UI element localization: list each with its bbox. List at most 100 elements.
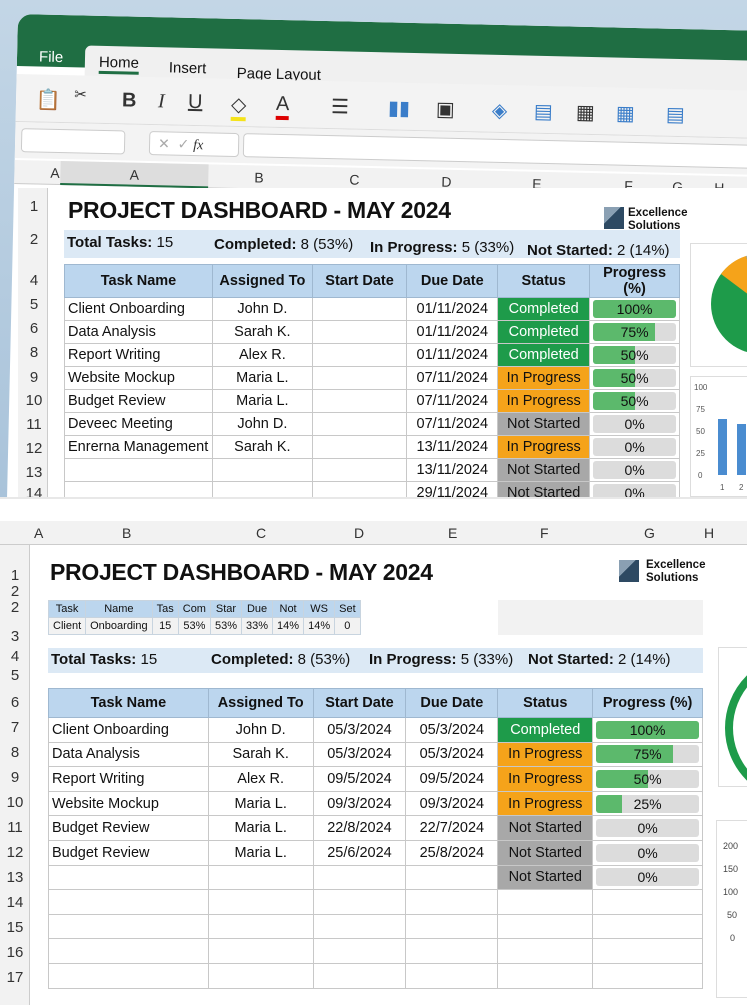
assigned-to-cell[interactable] xyxy=(207,889,314,915)
col-header[interactable]: A xyxy=(50,165,60,181)
column-header[interactable]: Task Name xyxy=(48,688,209,718)
progress-cell[interactable]: 0% xyxy=(592,839,703,866)
start-date-cell[interactable]: 09/5/2024 xyxy=(312,766,407,792)
due-date-cell[interactable] xyxy=(405,938,499,964)
task-name-cell[interactable]: Data Analysis xyxy=(48,741,209,768)
progress-cell[interactable] xyxy=(592,913,703,940)
pivot-icon[interactable]: ▤ xyxy=(666,102,685,127)
task-name-cell[interactable]: Report Writing xyxy=(64,343,213,367)
row-number[interactable]: 12 xyxy=(0,844,30,861)
due-date-cell[interactable]: 07/11/2024 xyxy=(406,366,499,390)
mini-cell[interactable]: Onboarding xyxy=(85,617,153,635)
row-number[interactable]: 9 xyxy=(19,369,49,386)
due-date-cell[interactable]: 01/11/2024 xyxy=(406,297,499,321)
tab-home[interactable]: Home xyxy=(98,53,140,75)
assigned-to-cell[interactable]: Maria L. xyxy=(207,839,314,866)
row-number[interactable]: 13 xyxy=(19,464,49,481)
column-header[interactable]: Progress (%) xyxy=(592,688,703,718)
col-header[interactable]: C xyxy=(256,525,266,541)
assigned-to-cell[interactable]: Maria L. xyxy=(211,366,313,390)
start-date-cell[interactable]: 05/3/2024 xyxy=(312,717,407,743)
task-name-cell[interactable] xyxy=(48,938,209,964)
column-header[interactable]: Task Name xyxy=(64,264,213,298)
row-number[interactable]: 1 xyxy=(19,198,49,215)
due-date-cell[interactable]: 09/5/2024 xyxy=(405,766,499,792)
format-table-icon[interactable]: ▦ xyxy=(576,100,595,125)
due-date-cell[interactable]: 13/11/2024 xyxy=(406,458,499,482)
assigned-to-cell[interactable] xyxy=(211,458,313,482)
due-date-cell[interactable] xyxy=(405,962,499,989)
task-name-cell[interactable]: Data Analysis xyxy=(64,320,213,344)
row-number[interactable]: 11 xyxy=(0,819,30,836)
status-cell[interactable]: Not Started xyxy=(497,864,594,891)
insert-chart-icon[interactable]: ▤ xyxy=(534,99,553,124)
task-name-cell[interactable]: Website Mockup xyxy=(48,790,209,817)
status-cell[interactable]: In Progress xyxy=(497,366,591,390)
underline-button[interactable]: U xyxy=(188,91,203,114)
status-cell[interactable]: Completed xyxy=(497,343,591,367)
assigned-to-cell[interactable]: John D. xyxy=(211,412,313,436)
align-icon[interactable]: ☰ xyxy=(331,94,350,119)
row-number[interactable]: 10 xyxy=(0,794,30,811)
due-date-cell[interactable] xyxy=(405,864,499,891)
row-number[interactable]: 6 xyxy=(0,694,30,711)
mini-cell[interactable]: Set xyxy=(334,600,361,618)
mini-cell[interactable]: 14% xyxy=(272,617,305,635)
status-cell[interactable]: In Progress xyxy=(497,389,591,413)
col-header[interactable]: B xyxy=(254,169,264,185)
chart-icon[interactable]: ▮▮ xyxy=(388,95,411,120)
start-date-cell[interactable]: 05/3/2024 xyxy=(312,741,407,768)
status-cell[interactable]: Completed xyxy=(497,320,591,344)
sparkline-icon[interactable]: ▣ xyxy=(436,97,455,122)
status-cell[interactable] xyxy=(497,913,594,940)
start-date-cell[interactable] xyxy=(311,389,408,413)
col-header[interactable]: C xyxy=(349,172,359,188)
column-header[interactable]: Status xyxy=(497,688,594,718)
status-cell[interactable]: Not Started xyxy=(497,481,591,497)
col-header[interactable]: G xyxy=(644,525,655,541)
col-header-selected[interactable]: A xyxy=(60,161,209,189)
status-cell[interactable]: Completed xyxy=(497,297,591,321)
start-date-cell[interactable] xyxy=(311,412,408,436)
row-number[interactable]: 14 xyxy=(0,894,30,911)
row-number[interactable]: 10 xyxy=(19,392,49,409)
progress-cell[interactable]: 25% xyxy=(592,790,703,817)
row-number[interactable]: 6 xyxy=(19,320,49,337)
assigned-to-cell[interactable]: John D. xyxy=(207,717,314,743)
start-date-cell[interactable] xyxy=(311,366,408,390)
task-name-cell[interactable] xyxy=(64,481,213,497)
start-date-cell[interactable]: 09/3/2024 xyxy=(312,790,407,817)
mini-cell[interactable]: 33% xyxy=(241,617,274,635)
start-date-cell[interactable] xyxy=(311,297,408,321)
mini-cell[interactable]: Star xyxy=(209,600,243,618)
task-name-cell[interactable]: Budget Review xyxy=(64,389,213,413)
fill-color-icon[interactable]: ◇ xyxy=(230,91,247,122)
assigned-to-cell[interactable] xyxy=(211,481,313,497)
row-number[interactable]: 4 xyxy=(19,272,49,289)
col-header[interactable]: F xyxy=(540,525,549,541)
task-name-cell[interactable]: Budget Review xyxy=(48,839,209,866)
progress-cell[interactable]: 75% xyxy=(589,320,680,344)
assigned-to-cell[interactable]: Sarah K. xyxy=(207,741,314,768)
status-cell[interactable]: Not Started xyxy=(497,839,594,866)
progress-cell[interactable]: 0% xyxy=(589,458,680,482)
row-number[interactable]: 4 xyxy=(0,648,30,665)
due-date-cell[interactable]: 25/8/2024 xyxy=(405,839,499,866)
cell-styles-icon[interactable]: ▦ xyxy=(616,101,635,126)
row-number[interactable]: 2 xyxy=(0,599,30,616)
row-number[interactable]: 8 xyxy=(19,344,49,361)
col-header[interactable]: B xyxy=(122,525,131,541)
mini-cell[interactable]: Tas xyxy=(151,600,179,618)
status-cell[interactable]: Completed xyxy=(497,717,594,743)
font-color-button[interactable]: A xyxy=(275,92,290,121)
start-date-cell[interactable] xyxy=(312,864,407,891)
progress-cell[interactable]: 0% xyxy=(589,481,680,497)
progress-cell[interactable]: 0% xyxy=(592,815,703,841)
row-number[interactable]: 7 xyxy=(0,719,30,736)
row-number[interactable]: 5 xyxy=(0,667,30,684)
assigned-to-cell[interactable]: Sarah K. xyxy=(211,320,313,344)
column-header[interactable]: Start Date xyxy=(311,264,408,298)
mini-cell[interactable]: Task xyxy=(47,600,87,618)
task-name-cell[interactable] xyxy=(48,889,209,915)
task-name-cell[interactable] xyxy=(48,913,209,940)
